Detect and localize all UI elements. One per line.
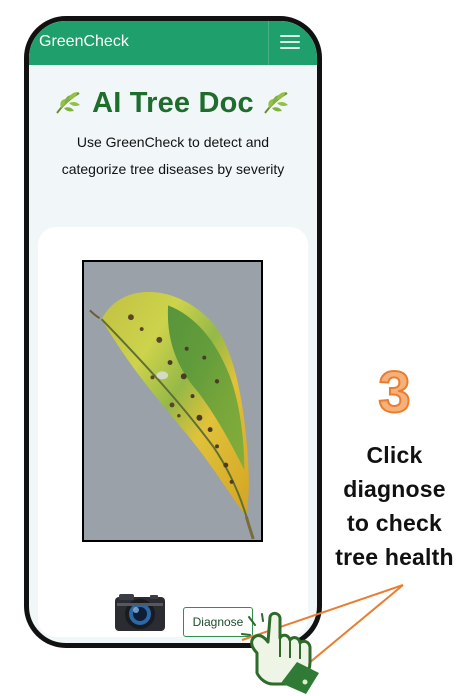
leaf-photo-preview — [82, 260, 263, 542]
diagnosis-card: Diagnose — [38, 227, 308, 637]
page-subtitle: Use GreenCheck to detect and categorize … — [61, 134, 285, 177]
tutorial-screenshot: GreenCheck AI Tree Doc Use GreenCheck to… — [0, 0, 473, 696]
menu-line — [280, 35, 300, 37]
menu-line — [280, 47, 300, 49]
leaf-emoji-icon — [56, 92, 81, 114]
hamburger-menu-icon[interactable] — [279, 31, 301, 53]
menu-line — [280, 41, 300, 43]
instruction-text: Click diagnose to check tree health — [335, 442, 454, 570]
leaf-emoji-icon — [264, 92, 288, 114]
instruction-callout: 3 Click diagnose to check tree health — [322, 360, 467, 574]
title-row: AI Tree Doc — [29, 83, 317, 123]
pointing-hand-icon — [241, 611, 319, 694]
phone-frame: GreenCheck AI Tree Doc Use GreenCheck to… — [24, 16, 322, 648]
diseased-leaf-image — [84, 262, 261, 540]
step-number: 3 — [377, 360, 411, 425]
menu-divider — [268, 21, 269, 65]
hero-section: AI Tree Doc Use GreenCheck to detect and… — [29, 83, 317, 183]
camera-icon[interactable] — [112, 585, 168, 641]
page-title: AI Tree Doc — [92, 86, 254, 119]
brand-logo-text[interactable]: GreenCheck — [39, 34, 129, 50]
top-navigation-bar: GreenCheck — [29, 21, 317, 65]
